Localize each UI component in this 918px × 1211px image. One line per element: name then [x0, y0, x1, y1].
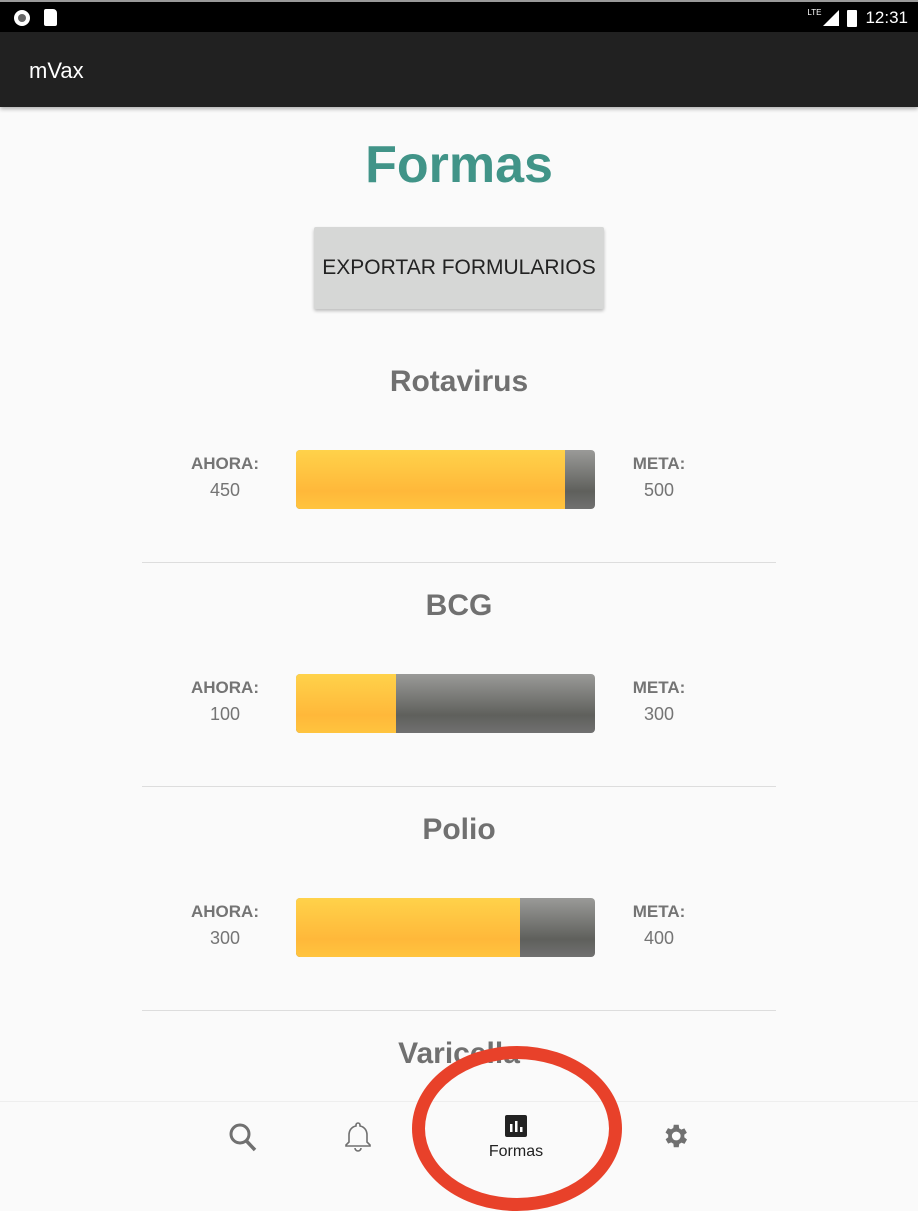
vaccine-section: Varicella	[0, 1037, 918, 1101]
record-icon	[14, 9, 30, 26]
bottom-nav: Formas	[0, 1101, 918, 1168]
goal-label: META:	[632, 902, 686, 921]
now-label: AHORA:	[191, 454, 259, 473]
network-type: LTE	[807, 7, 822, 17]
page-title: Formas	[365, 136, 553, 194]
nav-formas[interactable]: Formas	[476, 1102, 556, 1169]
now-value: 300	[209, 928, 241, 948]
signal-icon	[823, 10, 840, 26]
nav-formas-label: Formas	[488, 1143, 544, 1160]
forms-content[interactable]: Formas EXPORTAR FORMULARIOS Rotavirus AHO…	[0, 107, 918, 1101]
nav-notifications[interactable]	[318, 1102, 398, 1169]
now-block: AHORA: 100	[175, 678, 275, 725]
bell-icon	[345, 1122, 371, 1152]
vaccine-section: Polio AHORA: 300 META: 400	[0, 813, 918, 1037]
clock: 12:31	[865, 8, 908, 27]
vaccine-name: Varicella	[398, 1037, 520, 1070]
now-label: AHORA:	[191, 678, 259, 697]
status-bar: LTE 12:31	[0, 0, 918, 32]
bar-chart-icon	[505, 1115, 527, 1137]
goal-label: META:	[632, 454, 686, 473]
divider	[142, 786, 776, 787]
goal-label: META:	[632, 678, 686, 697]
progress-fill	[296, 898, 521, 957]
progress-fill	[296, 674, 396, 733]
now-block: AHORA: 450	[175, 454, 275, 501]
divider	[142, 562, 776, 563]
vaccine-name: Polio	[422, 813, 496, 846]
now-value: 100	[209, 704, 241, 724]
goal-block: META: 400	[609, 902, 709, 949]
export-forms-button[interactable]: EXPORTAR FORMULARIOS	[314, 227, 604, 309]
gear-icon	[665, 1124, 687, 1148]
divider	[142, 1010, 776, 1011]
nav-settings[interactable]	[635, 1102, 715, 1169]
vaccine-section: Rotavirus AHORA: 450 META: 500	[0, 365, 918, 589]
goal-value: 500	[643, 480, 675, 500]
nav-search[interactable]	[203, 1102, 283, 1169]
battery-icon	[847, 9, 858, 27]
goal-block: META: 300	[609, 678, 709, 725]
progress-bar	[296, 674, 595, 733]
now-label: AHORA:	[191, 902, 259, 921]
search-icon	[229, 1123, 257, 1152]
now-value: 450	[209, 480, 241, 500]
vaccine-name: BCG	[425, 589, 493, 622]
progress-bar	[296, 450, 595, 509]
vaccine-name: Rotavirus	[389, 365, 529, 398]
goal-value: 400	[643, 928, 675, 948]
goal-block: META: 500	[609, 454, 709, 501]
now-block: AHORA: 300	[175, 902, 275, 949]
goal-value: 300	[643, 704, 675, 724]
vaccine-section: BCG AHORA: 100 META: 300	[0, 589, 918, 813]
progress-fill	[296, 450, 566, 509]
app-bar: mVax	[0, 32, 918, 107]
sd-card-icon	[44, 9, 57, 26]
app-title: mVax	[29, 58, 84, 83]
progress-bar	[296, 898, 595, 957]
